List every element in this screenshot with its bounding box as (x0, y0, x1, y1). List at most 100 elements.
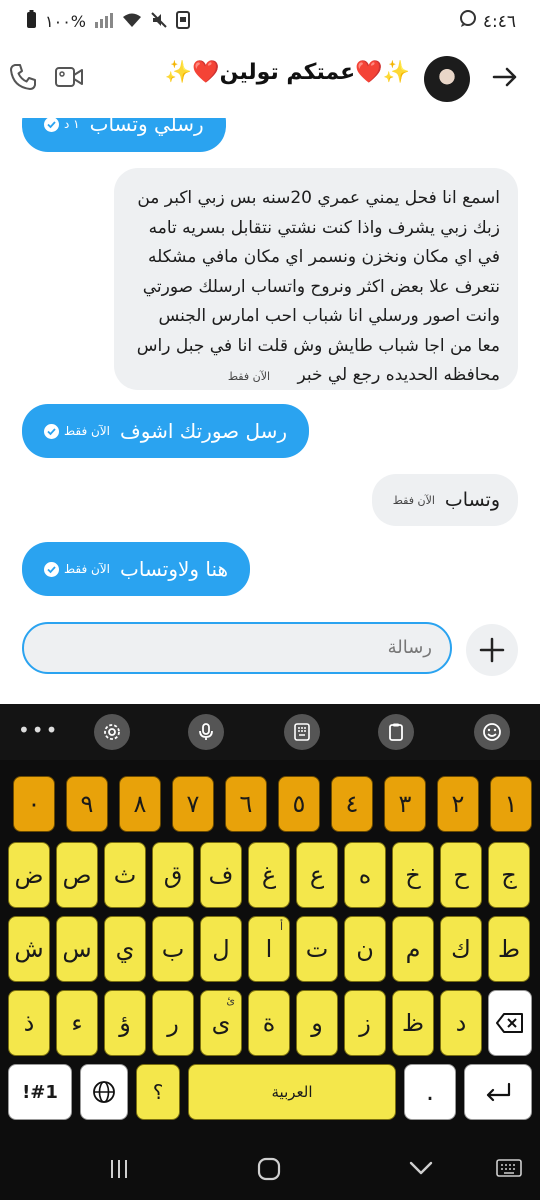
status-bar: ١٠٠% ٤:٤٦ (0, 0, 540, 44)
key-letter[interactable]: د (440, 990, 482, 1056)
keyboard-switch-button[interactable] (496, 1158, 522, 1182)
received-message[interactable]: اسمع انا فحل يمني عمري 20سنه بس زبي اكبر… (114, 168, 518, 390)
key-letter[interactable]: ف (200, 842, 242, 908)
enter-key[interactable] (464, 1064, 532, 1120)
key-letter[interactable]: ة (248, 990, 290, 1056)
key-alef[interactable]: أ ا (248, 916, 290, 982)
globe-icon (93, 1081, 115, 1103)
key-label: ا (265, 935, 273, 963)
key-letter[interactable]: م (392, 916, 434, 982)
recent-apps-button[interactable] (108, 1158, 130, 1184)
key-letter[interactable]: ع (296, 842, 338, 908)
message-time: الآن فقط (227, 370, 271, 383)
key-letter[interactable]: و (296, 990, 338, 1056)
space-key[interactable]: العربية (188, 1064, 396, 1120)
key-1[interactable]: ١ (490, 776, 532, 832)
key-6[interactable]: ٦ (225, 776, 267, 832)
key-letter[interactable]: ر (152, 990, 194, 1056)
message-meta: الآن فقط (44, 561, 110, 577)
check-icon (44, 561, 59, 577)
contact-name[interactable]: ✨❤️عمتكم تولين❤️✨ (120, 60, 410, 85)
sent-message[interactable]: هنا ولاوتساب الآن فقط (22, 542, 251, 596)
sent-message[interactable]: رسلي وتساب ١ د (22, 118, 226, 152)
message-list[interactable]: رسلي وتساب ١ د اسمع انا فحل يمني عمري 20… (0, 118, 540, 616)
battery-icon (26, 10, 37, 33)
key-4[interactable]: ٤ (331, 776, 373, 832)
message-input[interactable]: رسالة (22, 622, 452, 674)
period-key[interactable]: . (404, 1064, 456, 1120)
add-attachment-button[interactable] (466, 624, 518, 676)
battery-level: ١٠٠% (45, 12, 86, 31)
message-text: رسل صورتك اشوف (120, 419, 288, 443)
key-letter[interactable]: ث (104, 842, 146, 908)
key-2[interactable]: ٢ (437, 776, 479, 832)
backspace-key[interactable] (488, 990, 532, 1056)
key-letter[interactable]: ح (440, 842, 482, 908)
key-letter[interactable]: خ (392, 842, 434, 908)
keyboard-toolbar: ••• (0, 704, 540, 760)
enter-icon (486, 1082, 511, 1102)
home-icon (257, 1157, 281, 1181)
phone-icon (10, 64, 36, 90)
back-button[interactable] (490, 62, 520, 96)
key-letter[interactable]: ق (152, 842, 194, 908)
sent-message[interactable]: رسل صورتك اشوف الآن فقط (22, 404, 310, 458)
key-letter[interactable]: ء (56, 990, 98, 1056)
voice-input-button[interactable] (188, 714, 224, 750)
wifi-icon (122, 12, 142, 32)
keyboard-mode-button[interactable] (284, 714, 320, 750)
key-letter[interactable]: ل (200, 916, 242, 982)
question-key[interactable]: ؟ (136, 1064, 180, 1120)
navigation-back-button[interactable] (408, 1157, 434, 1185)
key-letter[interactable]: ج (488, 842, 530, 908)
received-message[interactable]: وتساب الآن فقط (372, 474, 518, 526)
key-letter[interactable]: س (56, 916, 98, 982)
key-5[interactable]: ٥ (278, 776, 320, 832)
key-letter[interactable]: ش (8, 916, 50, 982)
language-key[interactable] (80, 1064, 128, 1120)
key-letter[interactable]: غ (248, 842, 290, 908)
mute-icon (150, 11, 168, 33)
key-3[interactable]: ٣ (384, 776, 426, 832)
clock: ٤:٤٦ (482, 11, 516, 32)
key-letter[interactable]: ؤ (104, 990, 146, 1056)
arrow-right-icon (492, 67, 517, 87)
message-time: الآن فقط (392, 493, 435, 507)
keyboard-icon (496, 1159, 522, 1177)
emoji-button[interactable] (474, 714, 510, 750)
key-letter[interactable]: ه (344, 842, 386, 908)
message-text-wrap: اسمع انا فحل يمني عمري 20سنه بس زبي اكبر… (132, 184, 500, 392)
key-letter[interactable]: ظ (392, 990, 434, 1056)
home-button[interactable] (257, 1157, 281, 1185)
key-label: ى (211, 1009, 231, 1037)
key-8[interactable]: ٨ (119, 776, 161, 832)
key-letter[interactable]: ط (488, 916, 530, 982)
key-letter[interactable]: ذ (8, 990, 50, 1056)
chevron-down-icon (409, 1161, 433, 1175)
key-letter[interactable]: ب (152, 916, 194, 982)
key-alternate: أ (279, 920, 283, 933)
message-meta: ١ د (44, 118, 80, 132)
symbols-key[interactable]: !#1 (8, 1064, 72, 1120)
check-icon (44, 118, 59, 132)
key-7[interactable]: ٧ (172, 776, 214, 832)
key-alef-maqsura[interactable]: ئ ى (200, 990, 242, 1056)
key-letter[interactable]: ك (440, 916, 482, 982)
key-letter[interactable]: ت (296, 916, 338, 982)
voice-call-button[interactable] (8, 62, 38, 96)
status-right: ٤:٤٦ (459, 10, 516, 33)
key-letter[interactable]: ز (344, 990, 386, 1056)
clipboard-button[interactable] (378, 714, 414, 750)
key-letter[interactable]: ص (56, 842, 98, 908)
key-letter[interactable]: ي (104, 916, 146, 982)
contact-avatar[interactable] (424, 56, 470, 102)
key-letter[interactable]: ن (344, 916, 386, 982)
message-time: ١ د (64, 118, 80, 131)
more-icon[interactable]: ••• (18, 718, 59, 742)
key-letter[interactable]: ض (8, 842, 50, 908)
video-call-button[interactable] (54, 64, 84, 94)
settings-button[interactable] (94, 714, 130, 750)
key-9[interactable]: ٩ (66, 776, 108, 832)
keypad-icon (294, 723, 310, 741)
key-0[interactable]: ٠ (13, 776, 55, 832)
